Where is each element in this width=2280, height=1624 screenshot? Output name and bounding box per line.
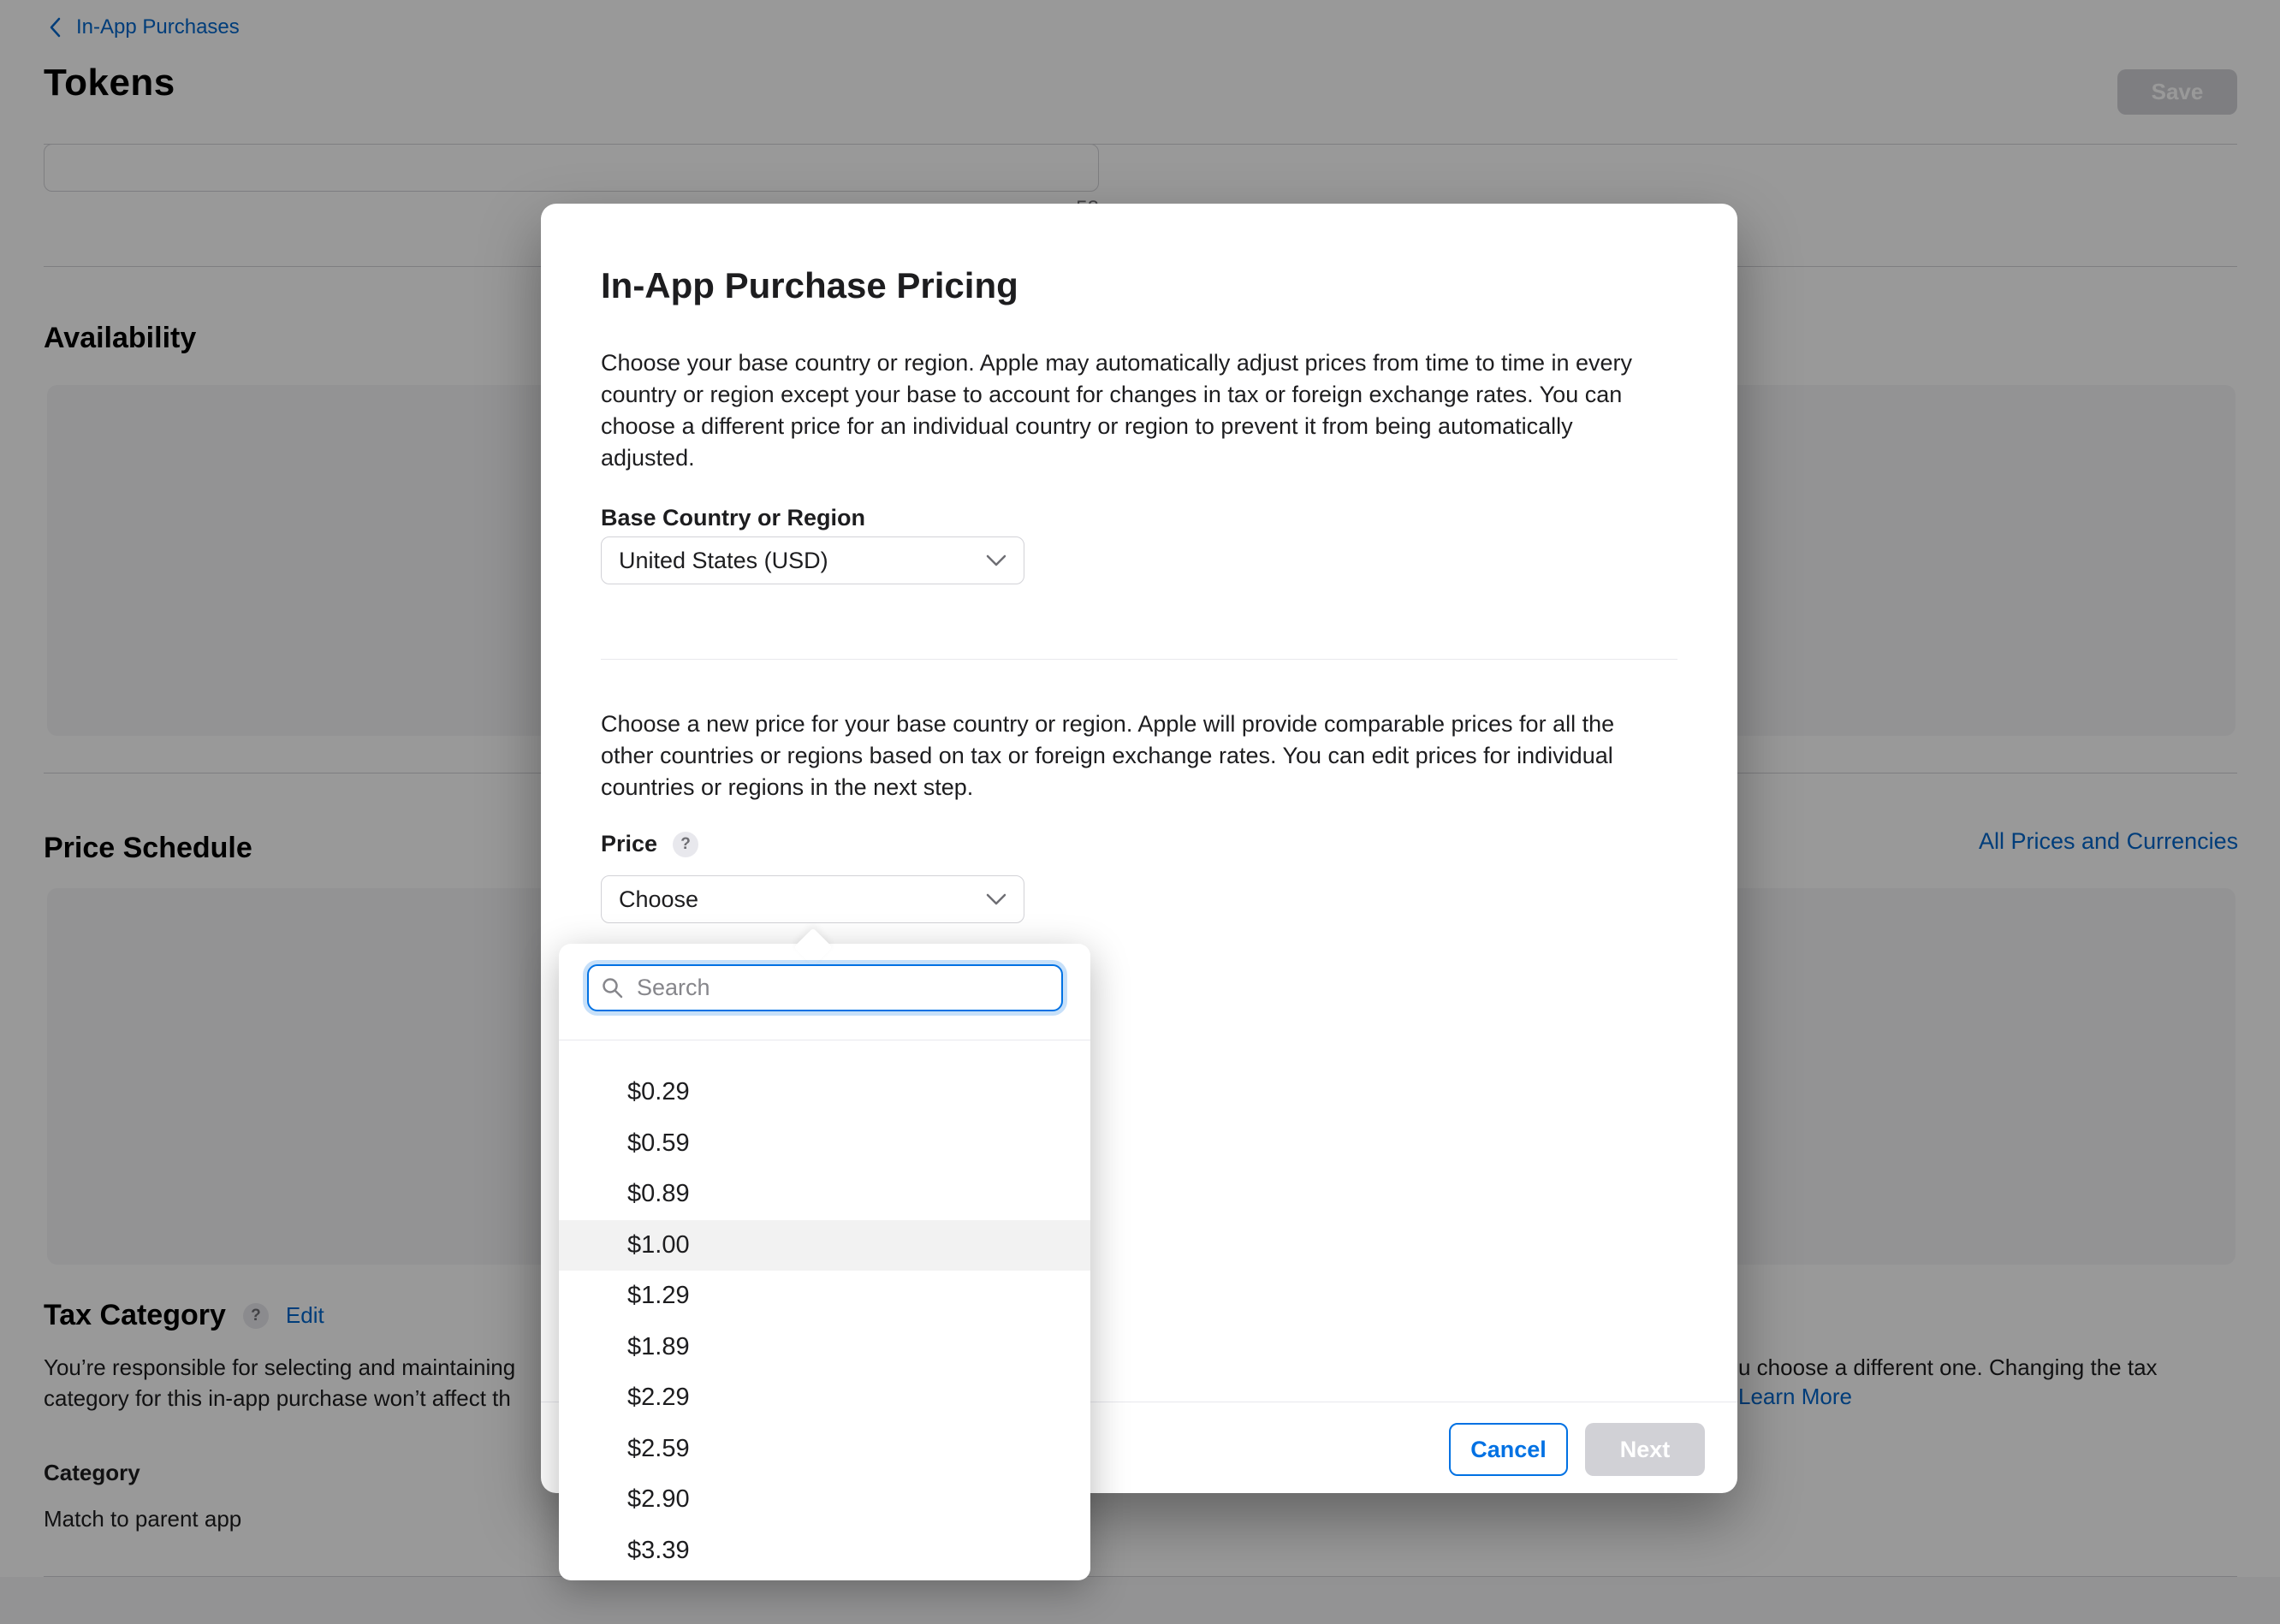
base-country-select[interactable]: United States (USD) bbox=[601, 536, 1024, 584]
price-option[interactable]: $2.59 bbox=[559, 1424, 1090, 1475]
price-option[interactable]: $3.39 bbox=[559, 1526, 1090, 1577]
price-option[interactable]: $0.29 bbox=[559, 1067, 1090, 1118]
price-option[interactable]: $2.29 bbox=[559, 1372, 1090, 1424]
price-option[interactable]: $2.90 bbox=[559, 1474, 1090, 1526]
price-list: $0.29 $0.59 $0.89 $1.00 $1.29 $1.89 $2.2… bbox=[559, 1067, 1090, 1576]
price-option[interactable]: $0.89 bbox=[559, 1169, 1090, 1220]
search-input[interactable] bbox=[587, 964, 1063, 1011]
help-icon[interactable]: ? bbox=[673, 832, 698, 857]
base-country-value: United States (USD) bbox=[619, 548, 828, 574]
price-option-selected[interactable]: $1.00 bbox=[559, 1220, 1090, 1271]
chevron-down-icon bbox=[986, 893, 1006, 906]
cancel-button[interactable]: Cancel bbox=[1449, 1423, 1568, 1476]
chevron-down-icon bbox=[986, 554, 1006, 567]
price-option[interactable]: $0.59 bbox=[559, 1118, 1090, 1170]
price-option[interactable]: $1.89 bbox=[559, 1322, 1090, 1373]
price-dropdown-popover: $0.29 $0.59 $0.89 $1.00 $1.29 $1.89 $2.2… bbox=[559, 944, 1090, 1580]
modal-intro-paragraph: Choose your base country or region. Appl… bbox=[601, 347, 1632, 474]
modal-divider bbox=[601, 659, 1677, 660]
price-select-value: Choose bbox=[619, 886, 698, 913]
price-label: Price bbox=[601, 831, 657, 857]
price-option[interactable]: $1.29 bbox=[559, 1271, 1090, 1322]
price-select[interactable]: Choose bbox=[601, 875, 1024, 923]
modal-title: In-App Purchase Pricing bbox=[601, 265, 1018, 306]
modal-price-paragraph: Choose a new price for your base country… bbox=[601, 708, 1614, 803]
base-country-label: Base Country or Region bbox=[601, 505, 865, 531]
next-button[interactable]: Next bbox=[1585, 1423, 1705, 1476]
